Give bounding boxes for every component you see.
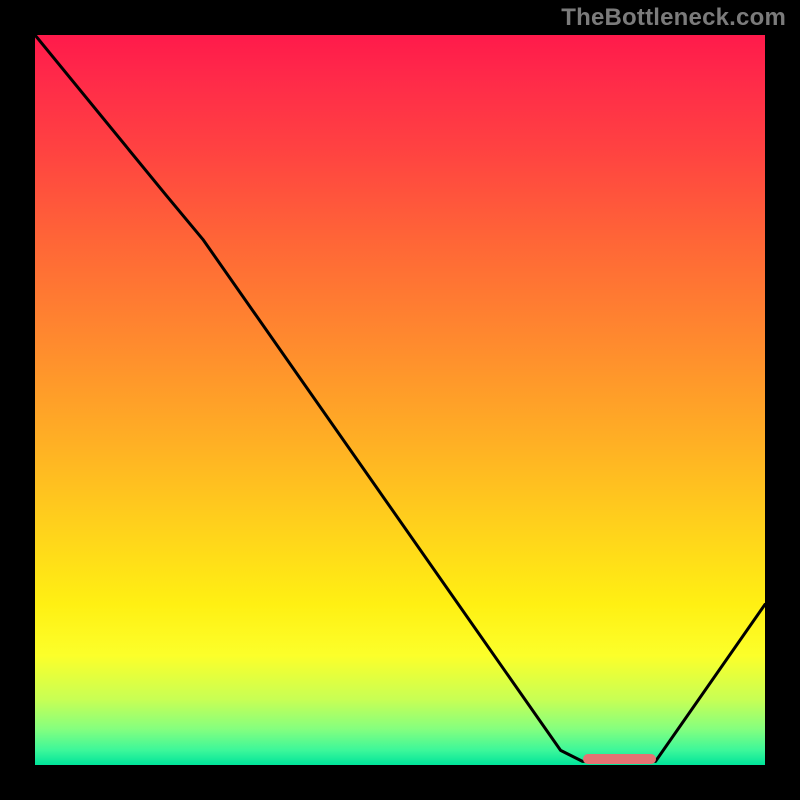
chart-plot-area: [35, 35, 765, 765]
watermark-text: TheBottleneck.com: [561, 4, 786, 32]
optimal-range-marker: [583, 754, 656, 764]
bottleneck-curve: [35, 35, 765, 765]
stage: TheBottleneck.com: [0, 0, 800, 800]
